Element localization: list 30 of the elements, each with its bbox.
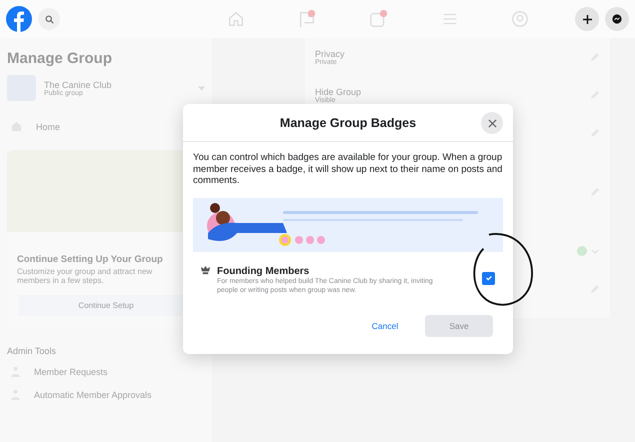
- search-icon: [44, 14, 54, 24]
- video-icon[interactable]: [368, 9, 388, 29]
- logo-icon[interactable]: [6, 6, 32, 32]
- close-icon: [488, 118, 496, 128]
- plus-icon: [582, 14, 592, 24]
- section-title: Admin Tools: [7, 346, 57, 356]
- create-button[interactable]: [575, 7, 599, 31]
- home-icon[interactable]: [226, 10, 244, 28]
- badge-icon: [201, 266, 210, 274]
- group-icon[interactable]: [510, 10, 528, 28]
- setting-label: Privacy: [315, 48, 345, 58]
- toggle-icon[interactable]: [576, 245, 600, 257]
- badge-title: Founding Members: [217, 266, 310, 276]
- close-button[interactable]: [481, 112, 503, 134]
- group-name: The Canine Club: [44, 80, 113, 90]
- setting-label: Hide Group: [315, 86, 362, 96]
- check-icon: [484, 274, 492, 282]
- sidebar-title: Manage Group: [7, 50, 114, 67]
- checkbox[interactable]: [482, 272, 495, 284]
- nav-item[interactable]: Home: [36, 122, 60, 132]
- card-title: Continue Setting Up Your Group: [17, 254, 164, 265]
- dialog-description: You can control which badges are available for your group. When a group member receives a badge, it will show up next to their name on posts and comments.: [193, 152, 503, 186]
- chat-bubble-icon: [612, 14, 622, 24]
- caret-icon[interactable]: [198, 86, 205, 90]
- dialog-title: Manage Group Badges: [280, 116, 416, 130]
- search-button[interactable]: [38, 8, 60, 30]
- nav-item[interactable]: Automatic Member Approvals: [34, 390, 152, 400]
- nav-item[interactable]: Member Requests: [34, 366, 108, 376]
- card-description: Customize your group and attract new members in a few steps.: [17, 267, 154, 285]
- messenger-button[interactable]: [605, 7, 629, 31]
